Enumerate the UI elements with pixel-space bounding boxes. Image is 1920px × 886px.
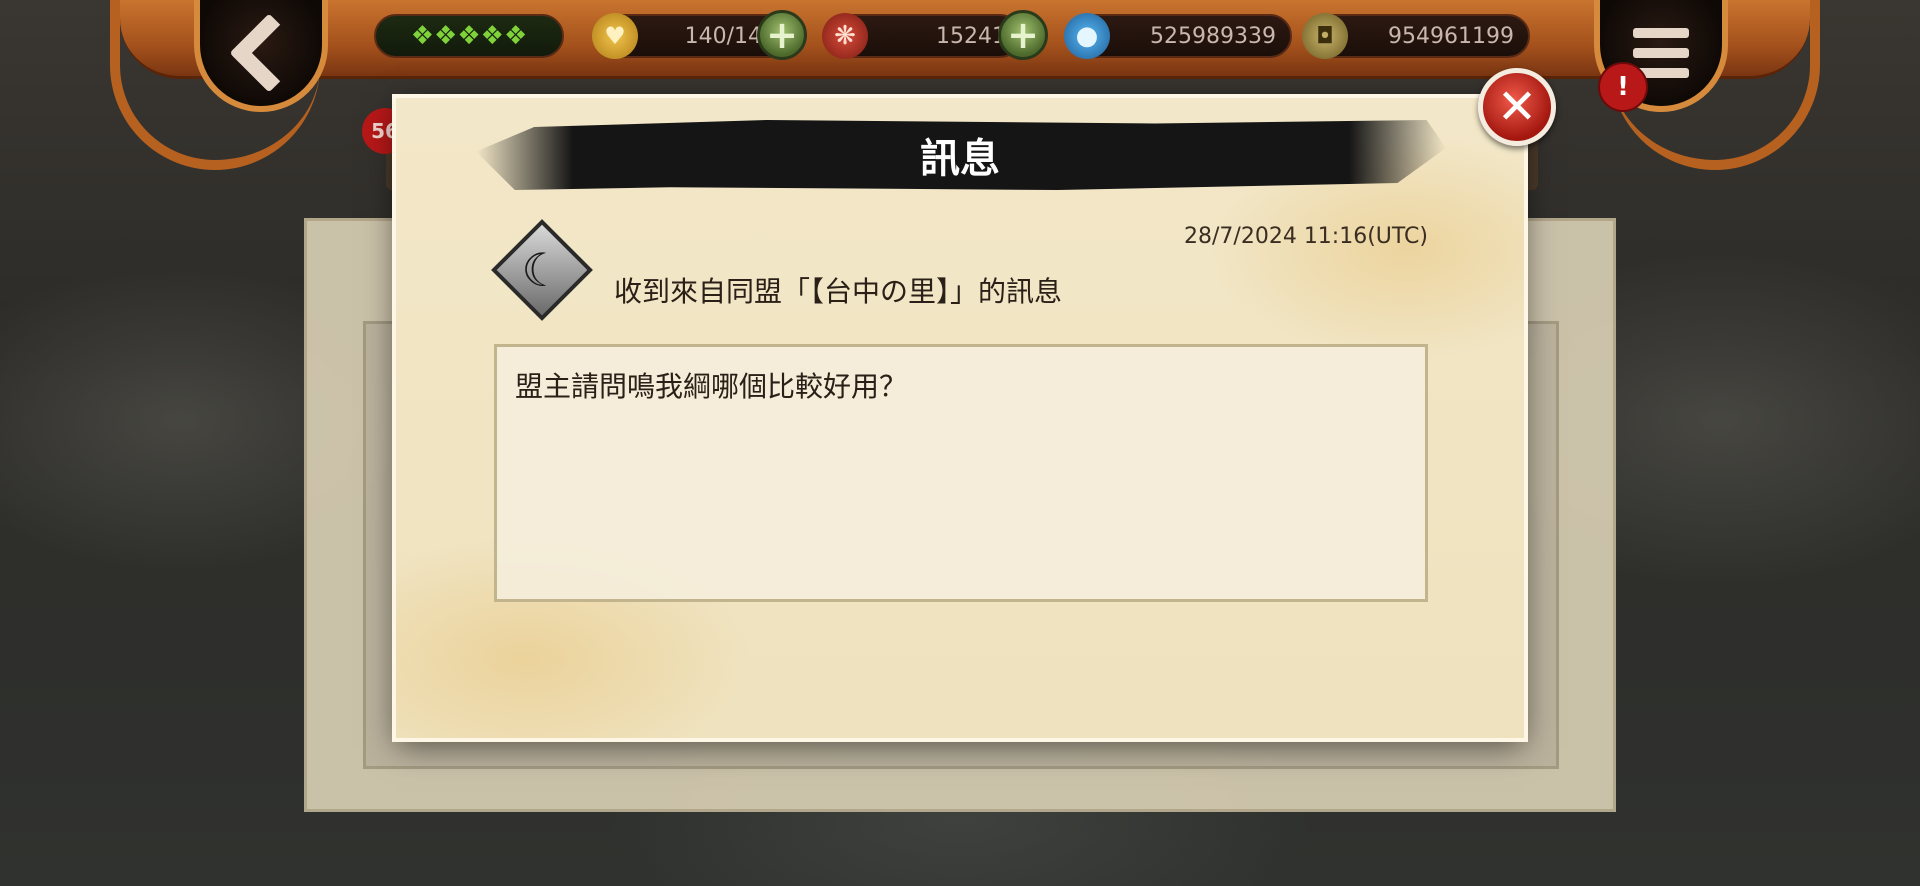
coins-value: 954961199 <box>1388 23 1514 49</box>
back-arrow-icon <box>229 13 309 93</box>
heart-icon: ♥ <box>592 13 638 59</box>
rank-stars-text: ❖❖❖❖❖ <box>410 21 528 51</box>
message-timestamp: 28/7/2024 11:16(UTC) <box>1184 224 1428 249</box>
add-scrolls-button[interactable]: + <box>998 10 1048 60</box>
close-button[interactable]: ✕ <box>1478 68 1556 146</box>
sender-line: 收到來自同盟「【台中の里】」的訊息 <box>614 275 1063 308</box>
rank-stars: ❖❖❖❖❖ <box>374 14 564 58</box>
clan-emblem-icon: ☾ <box>491 219 593 321</box>
dialog-title: 訊息 <box>920 136 1000 182</box>
scroll-icon: ❋ <box>822 13 868 59</box>
chakra-value: 525989339 <box>1150 23 1276 49</box>
chakra-drop-icon: ● <box>1064 13 1110 59</box>
menu-alert-badge: ! <box>1598 62 1648 112</box>
message-dialog: 訊息 ✕ ☾ 28/7/2024 11:16(UTC) 收到來自同盟「【台中の里… <box>396 68 1556 738</box>
message-text: 盟主請問鳴我綱哪個比較好用？ <box>515 370 908 403</box>
scrolls-counter: ❋ 15241 <box>822 13 1022 59</box>
close-icon: ✕ <box>1496 79 1538 135</box>
coin-icon: ◘ <box>1302 13 1348 59</box>
chakra-counter: ● 525989339 <box>1064 13 1292 59</box>
coins-counter: ◘ 954961199 <box>1302 13 1530 59</box>
add-stamina-button[interactable]: + <box>757 10 807 60</box>
message-body[interactable]: 盟主請問鳴我綱哪個比較好用？ <box>494 344 1428 602</box>
